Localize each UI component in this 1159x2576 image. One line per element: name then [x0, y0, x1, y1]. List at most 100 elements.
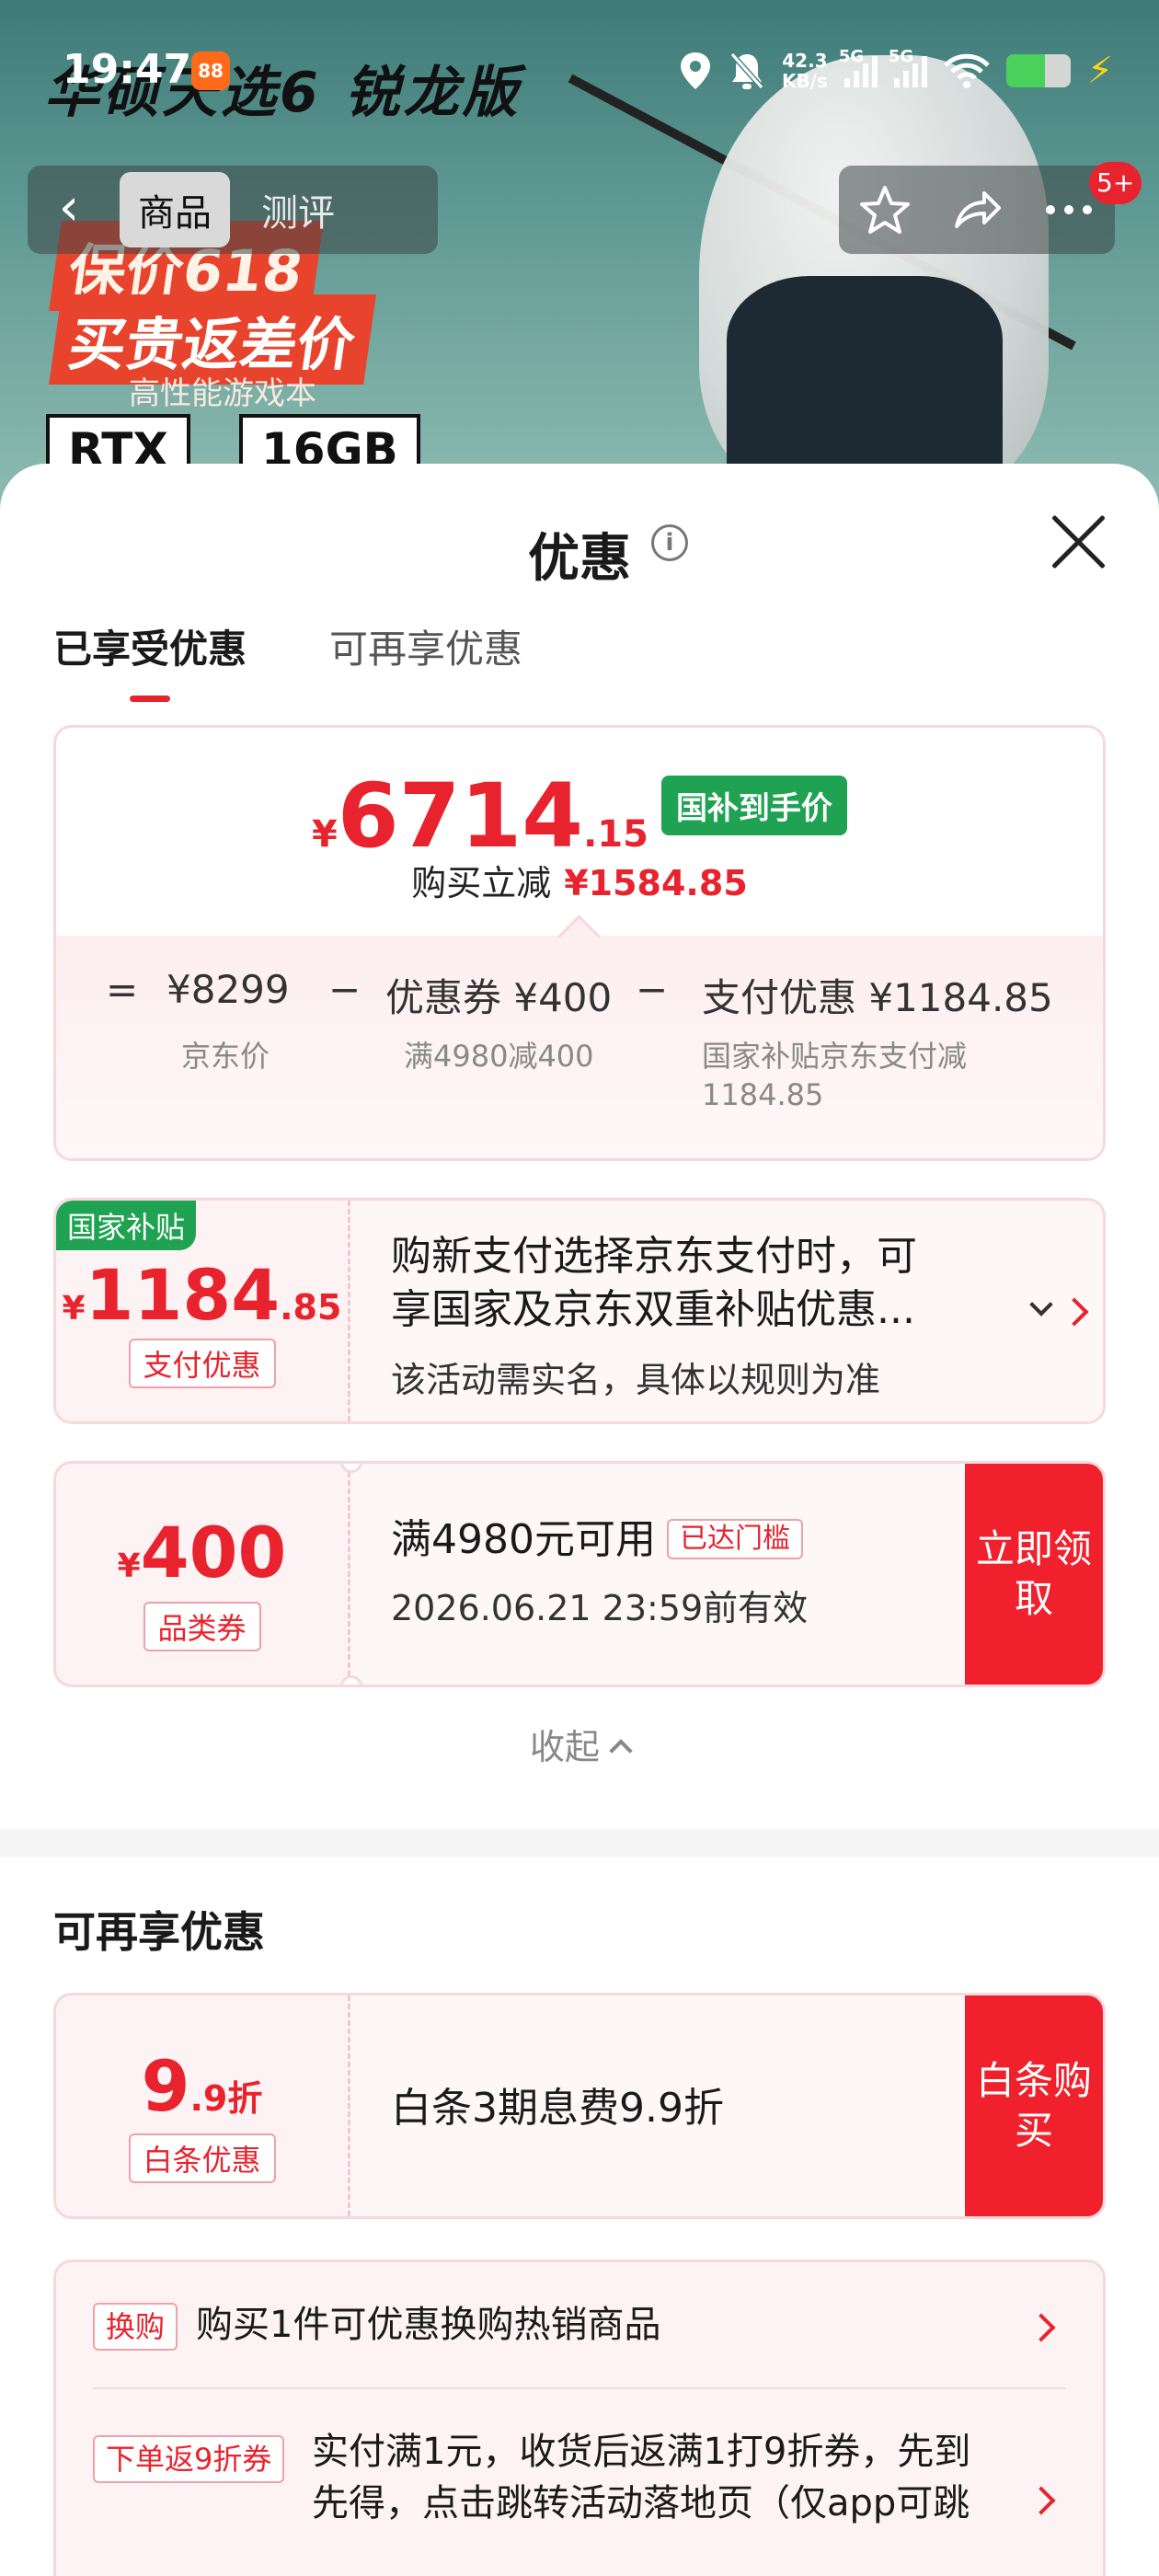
status-icons: 42.3 KB/s 5G 5G ⚡ [679, 47, 1113, 94]
national-subsidy-tag: 国家补贴 [56, 1201, 197, 1250]
claim-coupon-button[interactable]: 立即领取 [965, 1464, 1103, 1685]
trade-in-text: 购买1件可优惠换购热销商品 [196, 2304, 661, 2346]
subsidy-description-line2: 享国家及京东双重补贴优惠... [391, 1286, 915, 1333]
list-item[interactable]: 下单返9折券 实付满1元，收货后返满1打9折券，先到 先得，点击跳转活动落地页（… [93, 2426, 1066, 2546]
net-speed: 42.3 KB/s [782, 51, 828, 91]
battery-icon [1005, 54, 1071, 87]
chevron-up-icon [609, 1739, 633, 1763]
status-time: 19:47 [63, 46, 192, 93]
mute-bell-icon [729, 52, 764, 89]
signal-type-sim1: 5G [838, 47, 865, 66]
baitiao-discount-rate: 9.9折 [56, 2045, 348, 2127]
total-reduction: 购买立减 ¥1584.85 [56, 855, 1103, 905]
price-currency: ¥ [312, 813, 338, 856]
baitiao-discount-pill: 白条优惠 [128, 2133, 276, 2183]
price-summary-card: ¥6714.15 国补到手价 购买立减 ¥1584.85 = ¥8299 − 优惠券… [53, 725, 1106, 1161]
coupon-threshold: 满4980元可用 已达门槛 [391, 1513, 803, 1567]
share-icon[interactable] [951, 184, 1003, 236]
chevron-right-icon [1027, 2313, 1056, 2342]
subsidy-description-line1: 购新支付选择京东支付时，可 [391, 1233, 917, 1280]
promo-list-card: 换购 购买1件可优惠换购热销商品 下单返9折券 实付满1元，收货后返满1打9折券… [53, 2260, 1106, 2576]
subsidy-currency: ¥ [62, 1290, 86, 1328]
coupon-expiry: 2026.06.21 23:59前有效 [391, 1588, 809, 1628]
baitiao-card: 9.9折 白条优惠 白条3期息费9.9折 白条购买 [53, 1993, 1106, 2219]
discount-sheet: 优惠 i 已享受优惠 可再享优惠 ¥6714.15 国补到手价 购买立减 ¥1584… [0, 464, 1159, 2576]
sheet-title: 优惠 [528, 529, 631, 589]
coupon-amount: ¥400 [56, 1512, 348, 1593]
wifi-icon [944, 53, 990, 88]
location-icon [680, 52, 710, 89]
close-icon[interactable] [1047, 510, 1111, 574]
collapse-label: 收起 [529, 1727, 600, 1767]
info-icon[interactable]: i [651, 524, 688, 561]
product-nav-tabs: 商品 测评 [110, 166, 438, 254]
final-price: ¥6714.15 国补到手价 [56, 765, 1103, 868]
expand-chevron-down-icon[interactable] [1029, 1293, 1053, 1317]
rebate-coupon-text-line2: 先得，点击跳转活动落地页（仅app可跳 [312, 2482, 970, 2524]
baitiao-description: 白条3期息费9.9折 [391, 2085, 724, 2132]
price-breakdown: = ¥8299 − 优惠券 ¥400 − 支付优惠 ¥1184.85 京东价 满… [56, 936, 1103, 1158]
net-speed-unit: KB/s [781, 70, 828, 92]
nav-actions [839, 166, 1115, 254]
baitiao-rate-integer: 9 [141, 2045, 190, 2127]
rebate-coupon-text: 实付满1元，收货后返满1打9折券，先到 先得，点击跳转活动落地页（仅app可跳 [312, 2426, 970, 2529]
signal-type-sim2: 5G [888, 47, 914, 66]
coupon-condition: 满4980减400 [404, 1039, 594, 1074]
rebate-coupon-tag: 下单返9折券 [93, 2435, 285, 2483]
subsidy-card[interactable]: 国家补贴 ¥1184.85 支付优惠 购新支付选择京东支付时，可 享国家及京东双… [53, 1198, 1106, 1424]
list-item[interactable]: 换购 购买1件可优惠换购热销商品 [93, 2299, 1066, 2354]
minus-sign-1: − [328, 967, 361, 1012]
message-count-badge: 5+ [1089, 162, 1142, 204]
status-bar: 19:47 88 42.3 KB/s 5G 5G ⚡ [0, 0, 1159, 147]
more-discounts-title: 可再享优惠 [53, 1907, 265, 1957]
charging-bolt-icon: ⚡ [1086, 50, 1113, 92]
tab-more-discounts[interactable]: 可再享优惠 [329, 618, 522, 702]
subsidy-decimal: .85 [280, 1287, 342, 1328]
nav-tab-review[interactable]: 测评 [243, 172, 353, 247]
baitiao-buy-button[interactable]: 白条购买 [965, 1995, 1103, 2216]
chevron-right-icon [1027, 2486, 1056, 2515]
threshold-met-tag: 已达门槛 [666, 1519, 803, 1559]
more-options-icon[interactable] [1043, 201, 1095, 219]
price-integer: 6714 [337, 765, 584, 868]
pay-discount-label-line1: 国家补贴京东支付减 [702, 1039, 968, 1074]
jd-price-label: 京东价 [181, 1039, 270, 1074]
list-divider [93, 2387, 1066, 2389]
promo-sub: 高性能游戏本 [129, 375, 316, 412]
signal-icon-sim2: 5G [889, 47, 927, 87]
subsidy-description: 购新支付选择京东支付时，可 享国家及京东双重补贴优惠... [391, 1230, 917, 1337]
category-coupon-card: ¥400 品类券 满4980元可用 已达门槛 2026.06.21 23:59前有… [53, 1461, 1106, 1687]
pay-discount-label: 国家补贴京东支付减 1184.85 [702, 1037, 967, 1114]
app-notification-icon: 88 [191, 52, 230, 90]
discount-tabs: 已享受优惠 可再享优惠 [53, 618, 522, 702]
reduction-amount: ¥1584.85 [564, 863, 748, 903]
subsidy-integer: 1184 [85, 1254, 281, 1336]
pay-discount-value: 支付优惠 ¥1184.85 [702, 975, 1053, 1020]
price-decimal: .15 [583, 813, 648, 856]
favorite-star-icon[interactable] [859, 184, 911, 236]
coupon-value: 优惠券 ¥400 [385, 975, 613, 1020]
subsidy-note: 该活动需实名，具体以规则为准 [391, 1360, 881, 1400]
pay-discount-pill: 支付优惠 [128, 1339, 276, 1388]
back-button[interactable]: ‹ [28, 166, 110, 254]
pay-discount-label-line2: 1184.85 [702, 1077, 824, 1112]
chevron-right-icon[interactable] [1060, 1297, 1089, 1327]
subsidy-price-tag: 国补到手价 [660, 776, 847, 835]
hero-art-dress [727, 276, 1003, 488]
tab-enjoyed-discounts[interactable]: 已享受优惠 [53, 618, 247, 702]
trade-in-tag: 换购 [93, 2303, 178, 2351]
section-divider [0, 1829, 1159, 1857]
coupon-currency: ¥ [117, 1547, 141, 1585]
category-coupon-pill: 品类券 [143, 1602, 261, 1651]
equals-sign: = [106, 967, 139, 1012]
collapse-toggle[interactable]: 收起 [0, 1719, 1159, 1769]
net-speed-value: 42.3 [782, 50, 828, 72]
baitiao-rate-decimal: .9折 [189, 2078, 263, 2119]
coupon-threshold-text: 满4980元可用 [391, 1516, 656, 1563]
coupon-integer: 400 [140, 1512, 287, 1593]
subsidy-amount: ¥1184.85 [56, 1254, 348, 1336]
jd-price: ¥8299 [166, 967, 290, 1012]
signal-icon-sim1: 5G [839, 47, 878, 87]
rebate-coupon-text-line1: 实付满1元，收货后返满1打9折券，先到 [312, 2431, 971, 2473]
nav-tab-goods[interactable]: 商品 [120, 172, 230, 247]
